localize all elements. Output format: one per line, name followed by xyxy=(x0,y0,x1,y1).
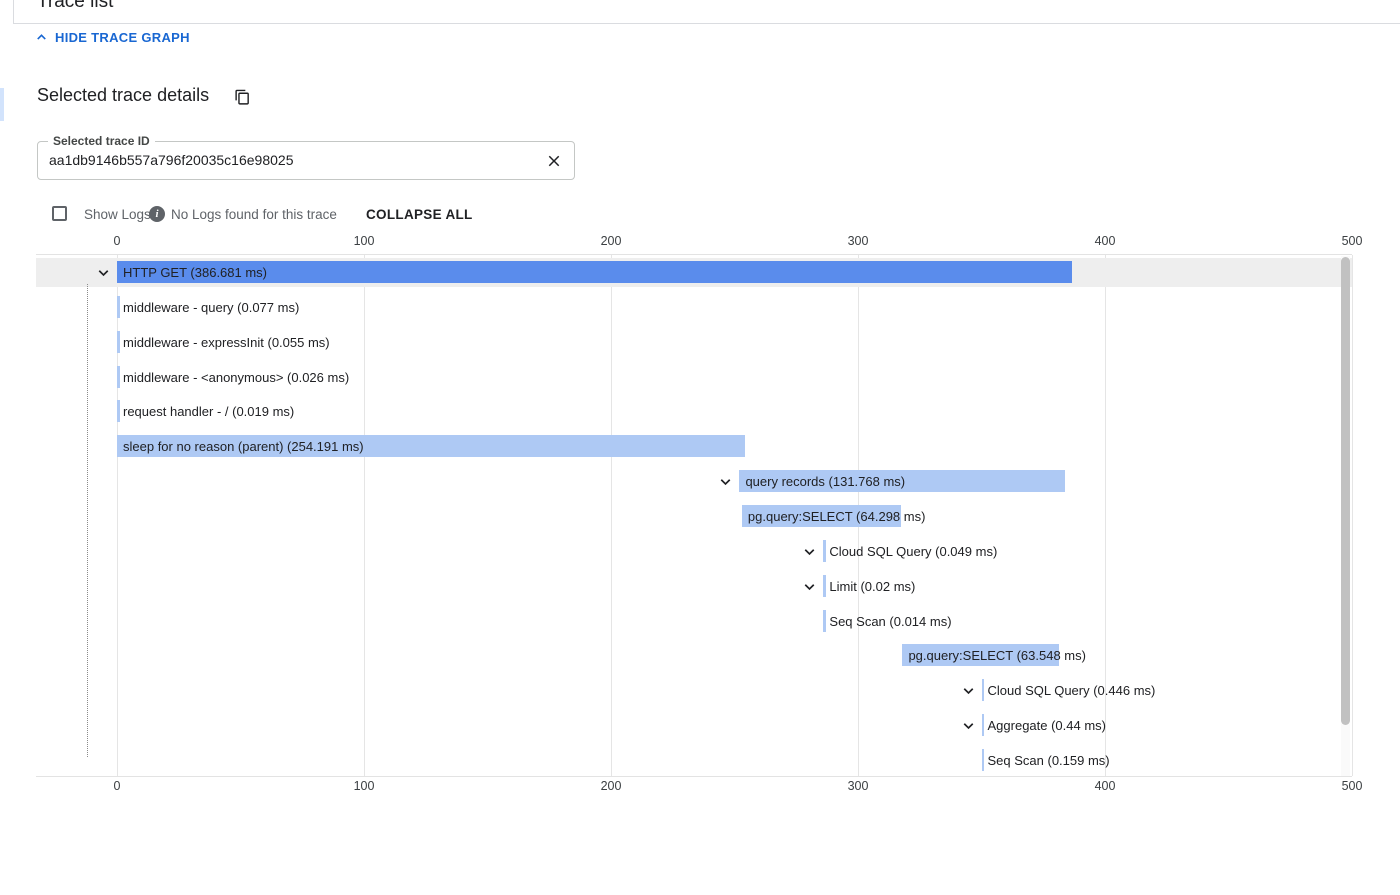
span-label: Cloud SQL Query (0.446 ms) xyxy=(988,676,1156,705)
axis-tick-label: 200 xyxy=(601,234,622,248)
trace-row[interactable]: middleware - <anonymous> (0.026 ms) xyxy=(36,363,1352,392)
trace-row[interactable]: pg.query:SELECT (63.548 ms) xyxy=(36,641,1352,670)
span-bar[interactable] xyxy=(117,400,120,422)
span-label: HTTP GET (386.681 ms) xyxy=(123,258,267,287)
axis-tick-label: 400 xyxy=(1095,779,1116,793)
show-logs-checkbox[interactable] xyxy=(52,206,67,221)
axis-tick-label: 300 xyxy=(848,234,869,248)
axis-tick-label: 0 xyxy=(114,234,121,248)
collapse-all-button[interactable]: COLLAPSE ALL xyxy=(366,207,473,222)
trace-row[interactable]: middleware - query (0.077 ms) xyxy=(36,293,1352,322)
span-label: middleware - <anonymous> (0.026 ms) xyxy=(123,363,349,392)
span-bar[interactable] xyxy=(982,679,985,701)
trace-row[interactable]: Limit (0.02 ms) xyxy=(36,572,1352,601)
hide-trace-graph-label: HIDE TRACE GRAPH xyxy=(55,30,190,45)
selected-trace-id-field[interactable]: Selected trace ID aa1db9146b557a796f2003… xyxy=(37,141,575,180)
axis-tick-label: 100 xyxy=(354,234,375,248)
trace-row[interactable]: HTTP GET (386.681 ms) xyxy=(36,258,1352,287)
page-title: Trace list xyxy=(37,0,113,13)
scrollbar-thumb[interactable] xyxy=(1341,257,1350,725)
section-heading: Selected trace details xyxy=(37,85,209,106)
span-label: Cloud SQL Query (0.049 ms) xyxy=(829,537,997,566)
selected-list-item-edge xyxy=(0,88,4,121)
span-label: request handler - / (0.019 ms) xyxy=(123,397,294,426)
info-icon[interactable]: i xyxy=(149,206,165,222)
trace-row[interactable]: sleep for no reason (parent) (254.191 ms… xyxy=(36,432,1352,461)
copy-icon[interactable] xyxy=(234,88,251,112)
timeline-axis-top: 0100200300400500 xyxy=(36,234,1352,248)
clear-icon[interactable] xyxy=(545,152,563,170)
span-label: sleep for no reason (parent) (254.191 ms… xyxy=(123,432,364,461)
expand-chevron-icon[interactable] xyxy=(801,578,818,595)
gridline xyxy=(1352,255,1353,776)
axis-tick-label: 100 xyxy=(354,779,375,793)
trace-row[interactable]: middleware - expressInit (0.055 ms) xyxy=(36,328,1352,357)
trace-row[interactable]: request handler - / (0.019 ms) xyxy=(36,397,1352,426)
span-bar[interactable] xyxy=(117,366,120,388)
span-bar[interactable] xyxy=(823,610,826,632)
span-label: Limit (0.02 ms) xyxy=(829,572,915,601)
axis-tick-label: 200 xyxy=(601,779,622,793)
expand-chevron-icon[interactable] xyxy=(801,543,818,560)
trace-id-field-value[interactable]: aa1db9146b557a796f20035c16e98025 xyxy=(49,142,293,179)
span-bar[interactable] xyxy=(982,714,985,736)
span-tree-connector xyxy=(87,284,88,757)
expand-chevron-icon[interactable] xyxy=(960,717,977,734)
span-bar[interactable] xyxy=(823,540,826,562)
span-label: query records (131.768 ms) xyxy=(745,467,905,496)
expand-chevron-icon[interactable] xyxy=(717,473,734,490)
span-label: pg.query:SELECT (64.298 ms) xyxy=(748,502,926,531)
span-bar[interactable] xyxy=(117,331,120,353)
trace-row[interactable]: Seq Scan (0.014 ms) xyxy=(36,607,1352,636)
span-label: middleware - expressInit (0.055 ms) xyxy=(123,328,330,357)
header-divider xyxy=(13,23,1400,24)
span-label: middleware - query (0.077 ms) xyxy=(123,293,299,322)
axis-tick-label: 0 xyxy=(114,779,121,793)
trace-row[interactable]: pg.query:SELECT (64.298 ms) xyxy=(36,502,1352,531)
no-logs-message: No Logs found for this trace xyxy=(171,207,337,222)
timeline-axis-bottom: 0100200300400500 xyxy=(36,779,1352,793)
trace-waterfall-chart: HTTP GET (386.681 ms) middleware - query … xyxy=(36,254,1352,777)
show-logs-label: Show Logs xyxy=(84,207,151,222)
hide-trace-graph-button[interactable]: HIDE TRACE GRAPH xyxy=(34,30,190,45)
span-bar[interactable] xyxy=(982,749,985,771)
span-bar[interactable] xyxy=(117,296,120,318)
span-label: Seq Scan (0.159 ms) xyxy=(988,746,1110,775)
trace-row[interactable]: Aggregate (0.44 ms) xyxy=(36,711,1352,740)
trace-row[interactable]: Cloud SQL Query (0.049 ms) xyxy=(36,537,1352,566)
trace-row[interactable]: Cloud SQL Query (0.446 ms) xyxy=(36,676,1352,705)
trace-row[interactable]: Seq Scan (0.159 ms) xyxy=(36,746,1352,775)
chart-scrollbar[interactable] xyxy=(1341,256,1350,776)
span-label: Aggregate (0.44 ms) xyxy=(988,711,1107,740)
trace-row[interactable]: query records (131.768 ms) xyxy=(36,467,1352,496)
axis-tick-label: 500 xyxy=(1342,779,1363,793)
expand-chevron-icon[interactable] xyxy=(95,264,112,281)
trace-panel: Trace list HIDE TRACE GRAPH Selected tra… xyxy=(0,0,1400,895)
axis-tick-label: 300 xyxy=(848,779,869,793)
chevron-up-icon xyxy=(34,30,49,45)
axis-tick-label: 500 xyxy=(1342,234,1363,248)
panel-edge-divider xyxy=(13,0,14,23)
expand-chevron-icon[interactable] xyxy=(960,682,977,699)
span-label: Seq Scan (0.014 ms) xyxy=(829,607,951,636)
span-bar[interactable] xyxy=(823,575,826,597)
span-label: pg.query:SELECT (63.548 ms) xyxy=(908,641,1086,670)
axis-tick-label: 400 xyxy=(1095,234,1116,248)
